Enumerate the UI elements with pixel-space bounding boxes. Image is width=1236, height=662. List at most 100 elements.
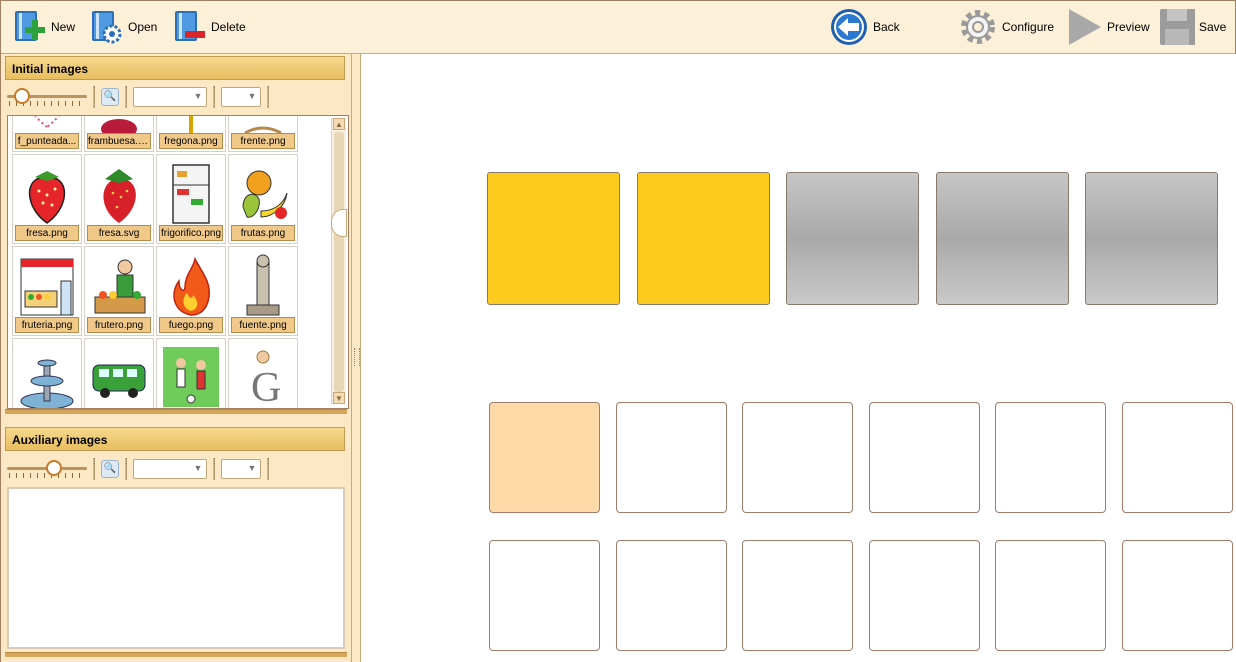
answer-slot[interactable]	[489, 540, 600, 651]
scroll-up-icon[interactable]: ▲	[333, 118, 345, 130]
color-tile-yellow[interactable]	[487, 172, 620, 305]
answer-slot[interactable]	[995, 402, 1107, 513]
answer-slot[interactable]	[1122, 402, 1233, 513]
magnifier-icon[interactable]: 🔍	[101, 460, 119, 478]
panel-splitter[interactable]	[352, 54, 361, 662]
gear-icon	[958, 7, 998, 47]
back-button[interactable]: Back	[829, 7, 900, 47]
fire-icon	[161, 251, 221, 317]
answer-slot[interactable]	[489, 402, 600, 513]
magnifier-icon[interactable]: 🔍	[101, 88, 119, 106]
save-label: Save	[1199, 20, 1227, 34]
scrollbar-track[interactable]	[334, 132, 344, 392]
thumbnail-caption: frambuesa.s...	[87, 133, 151, 149]
color-tile-gray[interactable]	[935, 172, 1069, 305]
thumbnail-item[interactable]: fresa.png	[12, 154, 82, 244]
fridge-icon	[161, 159, 221, 225]
thumbnail-item[interactable]	[12, 338, 82, 408]
thumbnail-item[interactable]: fruteria.png	[12, 246, 82, 336]
answer-slot[interactable]	[995, 540, 1107, 651]
thumbnail-item[interactable]: frutero.png	[84, 246, 154, 336]
slider-thumb[interactable]	[13, 88, 30, 104]
scroll-down-icon[interactable]: ▼	[333, 392, 345, 404]
thumbnail-item[interactable]: fresa.svg	[84, 154, 154, 244]
initial-images-grid: f_punteada... frambuesa.s... fregona.png fr…	[7, 115, 349, 409]
thumbnail-caption: fruteria.png	[15, 317, 79, 333]
fruits-icon	[233, 159, 293, 225]
thumbnail-caption: fuego.png	[159, 317, 223, 333]
fountain-icon	[17, 343, 77, 408]
answer-slot[interactable]	[868, 402, 980, 513]
thumbnail-item[interactable]: f_punteada...	[12, 116, 82, 152]
football-icon	[161, 343, 221, 408]
preview-label: Preview	[1107, 20, 1150, 34]
save-button[interactable]: Save	[1159, 7, 1226, 47]
strawberry-icon	[17, 159, 77, 225]
answer-slot[interactable]	[615, 402, 727, 513]
open-book-gear-icon	[88, 7, 124, 47]
configure-button[interactable]: Configure	[958, 7, 1054, 47]
new-button[interactable]: New	[11, 7, 75, 47]
fruit-shop-icon	[17, 251, 77, 317]
forehead-icon	[233, 116, 293, 135]
splitter-grip-icon[interactable]	[354, 348, 360, 366]
color-tile-gray[interactable]	[786, 172, 919, 305]
thumbnail-caption: f_punteada...	[15, 133, 79, 149]
thumbnail-caption: fuente.png	[231, 317, 295, 333]
mop-icon	[161, 116, 221, 133]
auxiliary-images-area[interactable]	[7, 487, 345, 649]
open-label: Open	[128, 20, 158, 34]
thumbnail-item[interactable]: G	[228, 338, 298, 409]
thumbnail-item[interactable]: frambuesa.s...	[84, 116, 154, 152]
strawberry-photo-icon	[89, 159, 149, 225]
auxiliary-images-header: Auxiliary images	[5, 427, 345, 451]
svg-text:G: G	[251, 365, 281, 409]
new-label: New	[51, 20, 76, 34]
answer-slot[interactable]	[1122, 540, 1233, 651]
app-window: New Open Delete Back Configure Preview S…	[0, 0, 1236, 662]
thumbnail-caption: frutero.png	[87, 317, 151, 333]
thumbnail-caption: fresa.svg	[87, 225, 151, 241]
answer-slot[interactable]	[742, 402, 854, 513]
color-tile-yellow[interactable]	[636, 172, 770, 305]
answer-slot[interactable]	[868, 540, 980, 651]
panel-collapse-handle[interactable]	[331, 209, 347, 237]
auxiliary-images-toolbar: 🔍 ▼ ▼	[5, 455, 347, 483]
thumbnail-item[interactable]: frigorifico.png	[156, 154, 226, 244]
auxiliary-zoom-slider[interactable]	[7, 457, 87, 481]
initial-sort-select[interactable]: ▼	[221, 87, 261, 107]
delete-button[interactable]: Delete	[171, 7, 246, 47]
thumbnail-item[interactable]: frente.png	[228, 116, 298, 152]
chevron-down-icon: ▼	[193, 463, 203, 473]
answer-slot[interactable]	[615, 540, 727, 651]
chevron-down-icon: ▼	[247, 91, 257, 101]
thumbnail-caption: frente.png	[231, 133, 295, 149]
vertical-scrollbar[interactable]: ▲ ▼	[331, 118, 346, 404]
configure-label: Configure	[1002, 20, 1055, 34]
thumbnail-item[interactable]: fuego.png	[156, 246, 226, 336]
chevron-down-icon: ▼	[247, 463, 257, 473]
auxiliary-sort-select[interactable]: ▼	[221, 459, 261, 479]
thumbnail-item[interactable]: fregona.png	[156, 116, 226, 152]
answer-slot[interactable]	[742, 540, 854, 651]
raspberry-icon	[89, 116, 149, 139]
van-icon	[89, 343, 149, 408]
letter-g-icon: G	[233, 343, 293, 409]
initial-images-header: Initial images	[5, 56, 345, 80]
color-tile-gray[interactable]	[1085, 172, 1218, 305]
thumbnail-item[interactable]	[84, 338, 154, 408]
initial-filter-select[interactable]: ▼	[133, 87, 207, 107]
play-icon	[1067, 7, 1103, 47]
thumbnail-caption: fresa.png	[15, 225, 79, 241]
activity-workspace	[361, 54, 1236, 662]
preview-button[interactable]: Preview	[1067, 7, 1150, 47]
open-button[interactable]: Open	[88, 7, 157, 47]
thumbnail-caption: frigorifico.png	[159, 225, 223, 241]
thumbnail-item[interactable]	[156, 338, 226, 408]
thumbnail-item[interactable]: fuente.png	[228, 246, 298, 336]
back-arrow-icon	[829, 7, 869, 47]
auxiliary-filter-select[interactable]: ▼	[133, 459, 207, 479]
initial-zoom-slider[interactable]	[7, 85, 87, 109]
thumbnail-item[interactable]: frutas.png	[228, 154, 298, 244]
dotted-heart-icon	[17, 116, 77, 133]
